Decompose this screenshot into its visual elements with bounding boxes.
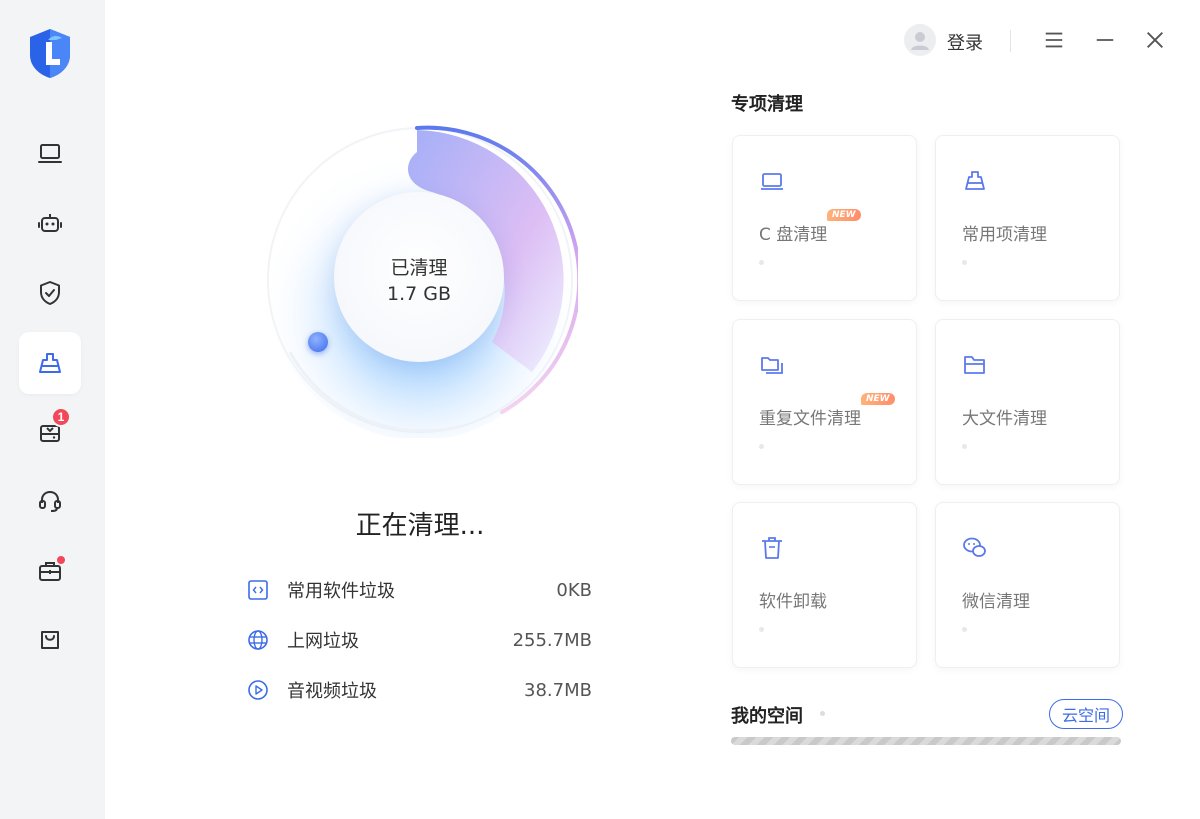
nav-software[interactable]: 1 xyxy=(19,401,81,463)
avatar[interactable] xyxy=(904,24,936,56)
wechat-icon xyxy=(963,537,986,557)
special-clean-title: 专项清理 xyxy=(731,94,803,115)
user-icon xyxy=(911,32,929,50)
shield-check-icon xyxy=(40,281,60,305)
card-label: 微信清理 xyxy=(962,592,1030,612)
nav-toolbox[interactable] xyxy=(19,540,81,602)
nav-robot[interactable] xyxy=(19,193,81,255)
shopping-bag-icon xyxy=(41,631,59,649)
cleaned-label: 已清理 xyxy=(390,257,448,279)
card-label: 大文件清理 xyxy=(962,409,1047,429)
divider xyxy=(1010,30,1011,52)
junk-name: 常用软件垃圾 xyxy=(287,581,395,602)
card-label: 常用项清理 xyxy=(962,225,1047,245)
broom-clean-icon xyxy=(39,353,61,373)
new-badge: NEW xyxy=(827,209,861,221)
robot-icon xyxy=(38,214,62,232)
card-c-drive-clean[interactable]: C 盘清理 NEW xyxy=(732,135,917,301)
notification-badge: 1 xyxy=(51,407,71,427)
card-status-dot xyxy=(759,444,764,449)
nav-security[interactable] xyxy=(19,262,81,324)
list-item: 上网垃圾 255.7MB xyxy=(247,625,592,655)
close-icon xyxy=(1147,32,1163,48)
card-label: 软件卸载 xyxy=(759,592,827,612)
card-label: 重复文件清理 xyxy=(759,409,861,429)
cloud-space-button[interactable]: 云空间 xyxy=(1049,699,1123,729)
minimize-icon xyxy=(1096,39,1114,41)
card-common-items-clean[interactable]: 常用项清理 xyxy=(935,135,1120,301)
close-button[interactable] xyxy=(1143,28,1167,52)
list-item: 音视频垃圾 38.7MB xyxy=(247,675,592,705)
card-duplicate-files-clean[interactable]: 重复文件清理 NEW xyxy=(732,319,917,485)
list-item: 常用软件垃圾 0KB xyxy=(247,575,592,605)
notification-dot xyxy=(57,556,65,564)
card-large-files-clean[interactable]: 大文件清理 xyxy=(935,319,1120,485)
card-status-dot xyxy=(962,444,967,449)
sidebar: 1 xyxy=(0,0,105,819)
nav-clean[interactable] xyxy=(19,332,81,394)
monitor-icon xyxy=(38,144,62,163)
storage-usage-bar xyxy=(731,737,1121,745)
junk-size: 0KB xyxy=(556,579,592,601)
menu-button[interactable] xyxy=(1042,28,1066,52)
disk-icon xyxy=(761,173,783,190)
globe-icon xyxy=(247,629,269,651)
card-wechat-clean[interactable]: 微信清理 xyxy=(935,502,1120,668)
card-status-dot xyxy=(759,260,764,265)
cleaned-value: 1.7 GB xyxy=(386,283,451,305)
junk-size: 38.7MB xyxy=(524,679,592,701)
hamburger-menu-icon xyxy=(1045,32,1063,48)
app-logo-icon xyxy=(26,27,74,79)
junk-size: 255.7MB xyxy=(512,629,592,651)
nav-support[interactable] xyxy=(19,470,81,532)
status-title: 正在清理... xyxy=(355,511,485,541)
my-space-title: 我的空间 xyxy=(731,706,803,727)
junk-name: 上网垃圾 xyxy=(287,631,359,652)
duplicate-folder-icon xyxy=(761,357,783,374)
space-status-dot xyxy=(820,711,825,716)
play-circle-icon xyxy=(247,679,269,701)
trash-icon xyxy=(762,537,782,559)
progress-indicator-dot xyxy=(308,332,328,352)
minimize-button[interactable] xyxy=(1093,28,1117,52)
login-link[interactable]: 登录 xyxy=(947,29,983,55)
folder-icon xyxy=(964,356,985,374)
card-status-dot xyxy=(962,260,967,265)
headset-icon xyxy=(39,490,61,512)
code-file-icon xyxy=(247,579,269,601)
card-software-uninstall[interactable]: 软件卸载 xyxy=(732,502,917,668)
nav-store[interactable] xyxy=(19,609,81,671)
junk-name: 音视频垃圾 xyxy=(287,681,377,702)
nav-computer[interactable] xyxy=(19,123,81,185)
card-label: C 盘清理 xyxy=(759,225,828,245)
broom-icon xyxy=(965,171,985,190)
card-status-dot xyxy=(962,627,967,632)
card-status-dot xyxy=(759,627,764,632)
new-badge: NEW xyxy=(861,393,895,405)
app-window: 1 登录 已清理 1.7 GB 正在清理... 常用软件垃圾 0KB 上网垃圾 … xyxy=(0,0,1200,819)
